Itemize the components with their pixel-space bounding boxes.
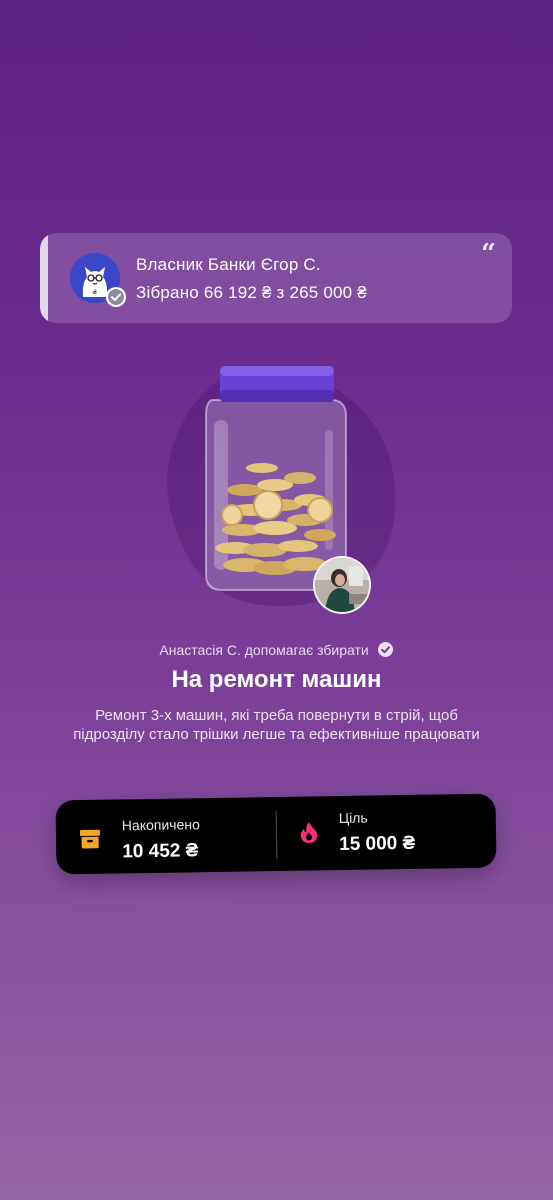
helper-text: Анастасія С. допомагає збирати — [159, 642, 369, 658]
owner-card[interactable]: ₴ Власник Банки Єгор С. Зібрано 66 192 ₴… — [40, 233, 512, 323]
saved-label: Накопичено — [121, 816, 200, 834]
owner-collected-amount: Зібрано 66 192 ₴ з 265 000 ₴ — [136, 283, 367, 302]
owner-name: Власник Банки Єгор С. — [136, 255, 321, 274]
jar-description: Ремонт 3-х машин, які треба повернути в … — [73, 707, 480, 743]
verified-check-icon — [377, 641, 394, 661]
goal-value: 15 000 ₴ — [339, 832, 416, 856]
verified-badge-icon — [106, 287, 126, 307]
saved-value: 10 452 ₴ — [122, 840, 199, 863]
svg-text:₴: ₴ — [93, 289, 98, 296]
box-icon — [78, 827, 102, 851]
jar-illustration — [150, 350, 410, 620]
goal-stat: Ціль 15 000 ₴ — [276, 794, 496, 871]
helper-avatar — [313, 556, 371, 614]
saved-stat: Накопичено 10 452 ₴ — [55, 797, 276, 874]
quote-icon: “ — [481, 239, 496, 269]
owner-avatar: ₴ — [70, 253, 126, 307]
jar-title: На ремонт машин — [171, 666, 382, 693]
stats-card: Накопичено 10 452 ₴ Ціль 15 000 ₴ — [55, 793, 497, 875]
goal-label: Ціль — [338, 809, 368, 827]
owner-card-accent — [40, 233, 48, 323]
helper-line: Анастасія С. допомагає збирати — [0, 641, 553, 661]
flame-icon — [297, 820, 321, 844]
